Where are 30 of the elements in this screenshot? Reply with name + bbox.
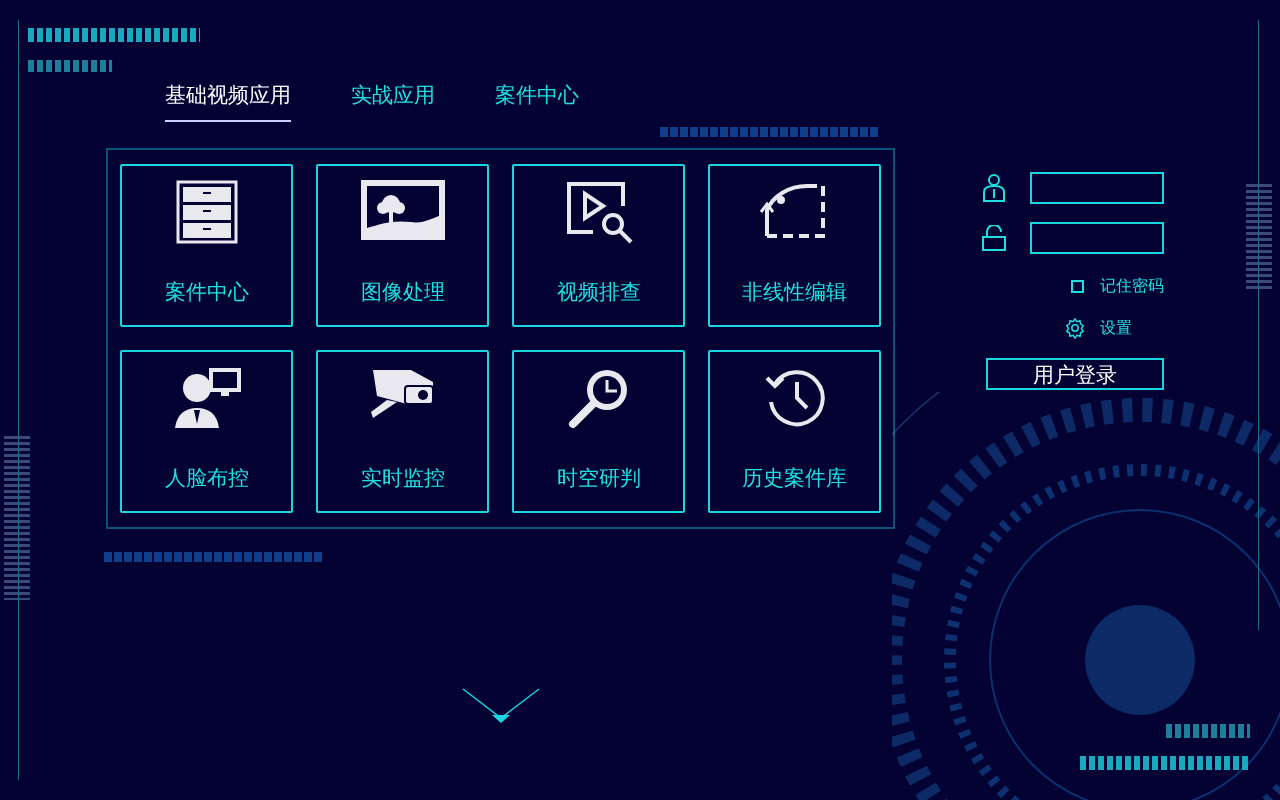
user-icon bbox=[982, 174, 1006, 202]
lock-icon bbox=[982, 225, 1006, 251]
tile-label: 实时监控 bbox=[360, 465, 445, 492]
tile-label: 时空研判 bbox=[556, 465, 641, 492]
app-tile[interactable]: 历史案件库 bbox=[708, 349, 881, 513]
remember-checkbox[interactable] bbox=[1071, 279, 1084, 293]
tile-label: 视频排查 bbox=[556, 279, 641, 306]
app-tile[interactable]: 非线性编辑 bbox=[708, 163, 881, 327]
login-button[interactable]: 用户登录 bbox=[986, 358, 1164, 390]
app-tile[interactable]: 实时监控 bbox=[316, 349, 489, 513]
tile-label: 图像处理 bbox=[360, 279, 445, 306]
password-field[interactable] bbox=[1030, 222, 1164, 254]
chevron-down-icon[interactable] bbox=[462, 688, 540, 724]
app-tile[interactable]: 时空研判 bbox=[512, 349, 685, 513]
settings-link[interactable]: 设置 bbox=[1064, 316, 1164, 340]
settings-icon bbox=[1064, 317, 1086, 339]
app-tile[interactable]: 案件中心 bbox=[120, 163, 293, 327]
nav-tab[interactable]: 基础视频应用 bbox=[165, 80, 291, 122]
app-tile[interactable]: 图像处理 bbox=[316, 163, 489, 327]
tile-label: 非线性编辑 bbox=[742, 279, 847, 306]
app-tile[interactable]: 人脸布控 bbox=[120, 349, 293, 513]
tile-label: 历史案件库 bbox=[742, 465, 847, 492]
username-field[interactable] bbox=[1030, 172, 1164, 204]
app-tile[interactable]: 视频排查 bbox=[512, 163, 685, 327]
nav-tab[interactable]: 案件中心 bbox=[495, 80, 579, 122]
tile-label: 案件中心 bbox=[164, 279, 249, 306]
remember-label: 记住密码 bbox=[1100, 275, 1164, 297]
tile-label: 人脸布控 bbox=[164, 465, 249, 492]
picture-icon bbox=[360, 179, 445, 240]
nav-tab[interactable]: 实战应用 bbox=[351, 80, 435, 122]
